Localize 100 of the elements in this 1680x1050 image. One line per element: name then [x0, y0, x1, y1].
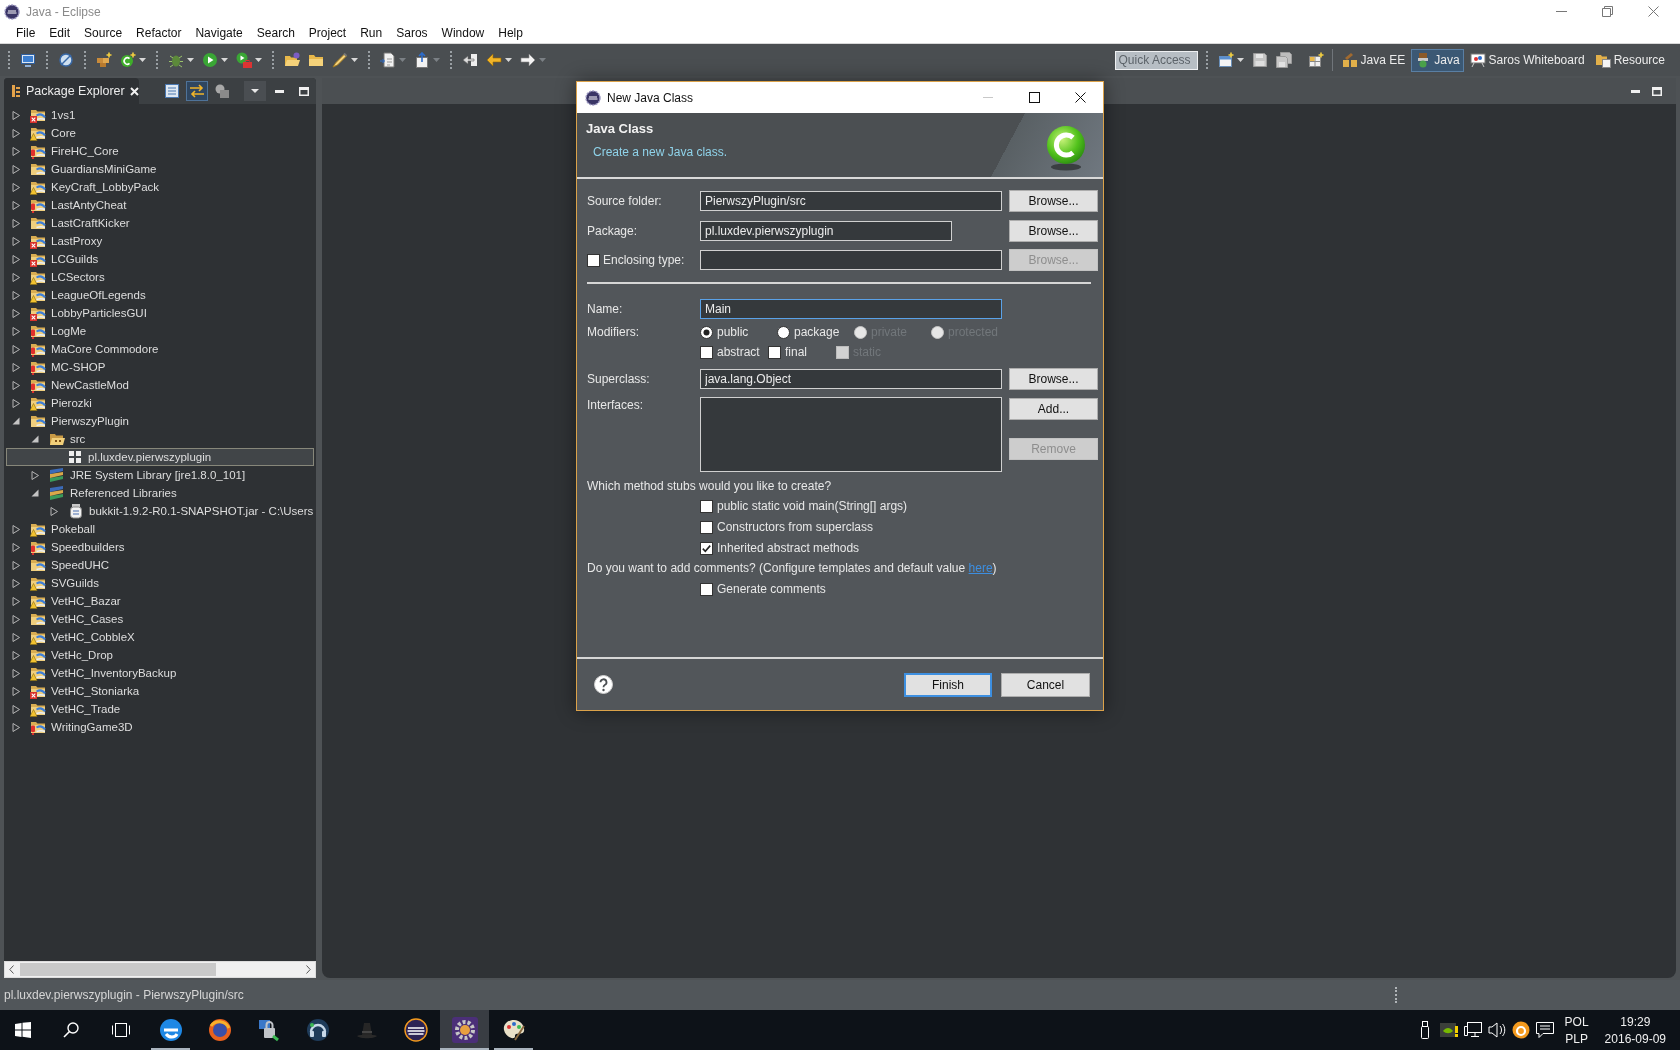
collapse-arrow-icon[interactable]: [31, 489, 39, 497]
menu-item[interactable]: Help: [491, 26, 530, 40]
monitor-icon[interactable]: [20, 52, 36, 68]
caret-icon[interactable]: [187, 58, 194, 62]
radio-button[interactable]: [777, 325, 790, 339]
expand-arrow-icon[interactable]: [12, 218, 20, 228]
browse-button[interactable]: Browse...: [1009, 220, 1098, 242]
expand-arrow-icon[interactable]: [12, 578, 20, 588]
scrollbar-thumb[interactable]: [20, 963, 216, 976]
tree-item[interactable]: pl.luxdev.pierwszyplugin: [6, 448, 314, 466]
expand-arrow-icon[interactable]: [12, 236, 20, 246]
expand-arrow-icon[interactable]: [12, 164, 20, 174]
expand-arrow-icon[interactable]: [12, 686, 20, 696]
name-field[interactable]: Main: [700, 299, 1002, 319]
tree-item[interactable]: LeagueOfLegends: [4, 286, 149, 304]
play-toolbox-icon[interactable]: [236, 52, 252, 68]
checkbox[interactable]: [700, 541, 713, 555]
expand-arrow-icon[interactable]: [12, 668, 20, 678]
tree-item[interactable]: 1vs1: [4, 106, 79, 124]
tree-item[interactable]: LobbyParticlesGUI: [4, 304, 150, 322]
enclosing-type-field[interactable]: [700, 250, 1002, 270]
tree-item[interactable]: VetHc_Drop: [4, 646, 116, 664]
tree-item[interactable]: bukkit-1.9.2-R0.1-SNAPSHOT.jar - C:\Users: [4, 502, 317, 520]
finish-button[interactable]: Finish: [904, 672, 992, 697]
usb-drive-icon[interactable]: [1418, 1021, 1431, 1039]
network-icon[interactable]: [1463, 1022, 1482, 1038]
tree-item[interactable]: JRE System Library [jre1.8.0_101]: [4, 466, 249, 484]
checkbox[interactable]: [700, 345, 713, 359]
expand-arrow-icon[interactable]: [12, 272, 20, 282]
expand-arrow-icon[interactable]: [12, 524, 20, 534]
tree-item[interactable]: Pierozki: [4, 394, 95, 412]
minimize-icon[interactable]: [1631, 89, 1640, 93]
clock[interactable]: 19:29 2016-09-09: [1596, 1014, 1674, 1046]
expand-arrow-icon[interactable]: [12, 614, 20, 624]
view-tab[interactable]: Package Explorer: [4, 78, 139, 104]
tree-item[interactable]: Referenced Libraries: [4, 484, 180, 502]
caret-icon[interactable]: [221, 58, 228, 62]
expand-arrow-icon[interactable]: [12, 200, 20, 210]
tree-item[interactable]: FireHC_Core: [4, 142, 122, 160]
menu-item[interactable]: Window: [434, 26, 492, 40]
expand-arrow-icon[interactable]: [12, 596, 20, 606]
perspective-button[interactable]: Saros Whiteboard: [1465, 48, 1589, 72]
checkbox[interactable]: [700, 582, 713, 596]
perspective-button[interactable]: Resource: [1590, 48, 1669, 72]
caret-icon[interactable]: [505, 58, 512, 62]
tree-item[interactable]: VetHC_Cases: [4, 610, 127, 628]
menu-item[interactable]: Source: [77, 26, 130, 40]
tree-item[interactable]: VetHC_Bazar: [4, 592, 124, 610]
expand-arrow-icon[interactable]: [12, 380, 20, 390]
save-all-icon[interactable]: [1275, 52, 1292, 68]
package-field[interactable]: pl.luxdev.pierwszyplugin: [700, 221, 952, 241]
package-plus-icon[interactable]: [96, 52, 112, 68]
menu-item[interactable]: Saros: [389, 26, 435, 40]
view-toolbar-button[interactable]: [186, 81, 208, 101]
tree-item[interactable]: LastCraftKicker: [4, 214, 133, 232]
window-grid-plus-icon[interactable]: [1307, 52, 1324, 68]
radio-button[interactable]: [700, 325, 713, 339]
tree-item[interactable]: SpeedUHC: [4, 556, 113, 574]
collapse-arrow-icon[interactable]: [12, 417, 20, 425]
tree-item[interactable]: LastAntyCheat: [4, 196, 130, 214]
expand-arrow-icon[interactable]: [31, 470, 39, 480]
expand-arrow-icon[interactable]: [12, 398, 20, 408]
tree-item[interactable]: NewCastleMod: [4, 376, 132, 394]
source-folder-field[interactable]: PierwszyPlugin/src: [700, 191, 1002, 211]
menu-item[interactable]: Project: [301, 26, 354, 40]
menu-item[interactable]: Navigate: [188, 26, 250, 40]
stacked-windows-icon[interactable]: [112, 1023, 130, 1037]
menu-item[interactable]: Refactor: [129, 26, 189, 40]
arrow-page-icon[interactable]: [462, 52, 478, 68]
pencil-icon[interactable]: [332, 52, 348, 68]
class-plus-icon[interactable]: [120, 52, 136, 68]
caret-icon[interactable]: [351, 58, 358, 62]
expand-arrow-icon[interactable]: [12, 704, 20, 714]
expand-arrow-icon[interactable]: [12, 128, 20, 138]
menu-item[interactable]: Run: [353, 26, 390, 40]
expand-arrow-icon[interactable]: [50, 506, 58, 516]
tree-item[interactable]: VetHC_Stoniarka: [4, 682, 143, 700]
expand-arrow-icon[interactable]: [12, 722, 20, 732]
horizontal-scrollbar[interactable]: [4, 961, 316, 978]
expand-arrow-icon[interactable]: [12, 362, 20, 372]
chip-warning-icon[interactable]: [1439, 1022, 1458, 1038]
tree-item[interactable]: WritingGame3D: [4, 718, 136, 736]
expand-arrow-icon[interactable]: [12, 182, 20, 192]
superclass-field[interactable]: java.lang.Object: [700, 369, 1002, 389]
caret-icon[interactable]: [255, 58, 262, 62]
speaker-icon[interactable]: [1487, 1022, 1506, 1038]
checkbox[interactable]: [768, 345, 781, 359]
cancel-button[interactable]: Cancel: [1001, 672, 1090, 697]
tree-item[interactable]: VetHC_CobbleX: [4, 628, 138, 646]
menu-item[interactable]: Edit: [42, 26, 78, 40]
expand-arrow-icon[interactable]: [12, 326, 20, 336]
add-button[interactable]: Add...: [1009, 398, 1098, 420]
folder-icon[interactable]: [308, 52, 324, 68]
perspective-button[interactable]: Java: [1411, 48, 1464, 72]
expand-arrow-icon[interactable]: [12, 290, 20, 300]
save-icon[interactable]: [1251, 52, 1268, 68]
tree-item[interactable]: VetHC_Trade: [4, 700, 124, 718]
maximize-icon[interactable]: [1028, 92, 1040, 103]
notification-icon[interactable]: [1535, 1022, 1554, 1038]
tree-item[interactable]: src: [4, 430, 89, 448]
